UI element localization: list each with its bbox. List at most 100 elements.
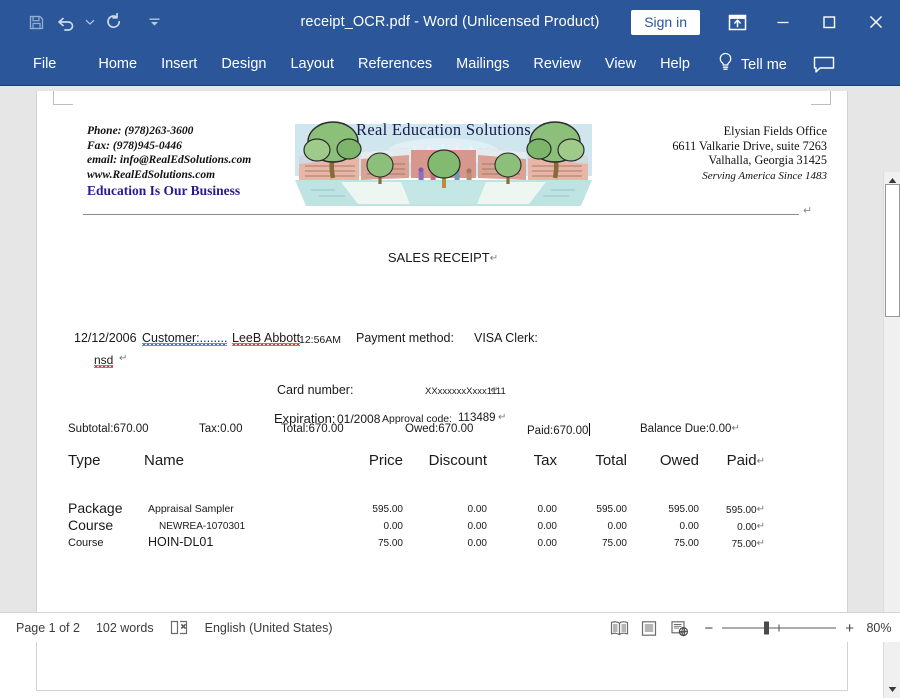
scroll-down-arrow-icon[interactable] xyxy=(884,681,900,698)
paragraph-mark: ↵ xyxy=(498,412,506,423)
col-header-discount: Discount xyxy=(407,452,487,469)
cell-owed: 0.00 xyxy=(631,521,699,532)
logo-title-text: Real Education Solutions xyxy=(281,120,606,140)
letterhead-divider xyxy=(83,214,799,215)
tab-references[interactable]: References xyxy=(347,52,443,77)
proofing-errors-icon[interactable] xyxy=(170,619,189,636)
address-line-3: Valhalla, Georgia 31425 xyxy=(672,153,827,168)
total-owed: Owed:670.00 xyxy=(405,423,473,435)
letterhead-fax: Fax: (978)945-0446 xyxy=(87,139,251,154)
cell-owed: 75.00 xyxy=(631,538,699,549)
col-header-type: Type xyxy=(68,452,101,469)
paragraph-mark: ↵ xyxy=(119,353,127,364)
col-header-name: Name xyxy=(144,452,184,469)
payment-method-value: VISA Clerk: xyxy=(474,331,538,345)
total-tax: Tax:0.00 xyxy=(199,423,242,435)
address-line-2: 6611 Valkarie Drive, suite 7263 xyxy=(672,139,827,154)
language-status[interactable]: English (United States) xyxy=(205,621,333,635)
letterhead-email: email: info@RealEdSolutions.com xyxy=(87,153,251,168)
zoom-slider[interactable]: − + xyxy=(704,619,854,637)
tab-view[interactable]: View xyxy=(594,52,647,77)
tab-file[interactable]: File xyxy=(22,52,67,77)
ribbon-display-options-icon[interactable] xyxy=(714,0,760,44)
col-header-owed: Owed xyxy=(631,452,699,469)
tab-home[interactable]: Home xyxy=(87,52,148,77)
receipt-heading: SALES RECEIPT↵ xyxy=(37,250,848,265)
scrollbar-thumb[interactable] xyxy=(885,184,900,317)
text-cursor xyxy=(589,423,590,436)
letterhead: Phone: (978)263-3600 Fax: (978)945-0446 … xyxy=(37,118,848,220)
title-bar: receipt_OCR.pdf - Word (Unlicensed Produ… xyxy=(0,0,900,44)
save-icon[interactable] xyxy=(22,8,50,36)
zoom-in-button[interactable]: + xyxy=(845,620,854,637)
tab-help[interactable]: Help xyxy=(649,52,701,77)
zoom-out-button[interactable]: − xyxy=(704,620,713,637)
undo-dropdown-icon[interactable] xyxy=(82,8,98,36)
letterhead-website: www.RealEdSolutions.com xyxy=(87,168,251,183)
table-row: Course NEWREA-1070301 0.00 0.00 0.00 0.0… xyxy=(37,517,848,534)
tab-mailings[interactable]: Mailings xyxy=(445,52,520,77)
cell-tax: 0.00 xyxy=(499,504,557,515)
cell-discount: 0.00 xyxy=(407,521,487,532)
customize-quick-access-icon[interactable] xyxy=(140,8,168,36)
word-count[interactable]: 102 words xyxy=(96,621,154,635)
web-layout-icon[interactable] xyxy=(664,613,694,643)
paragraph-mark: ↵ xyxy=(731,423,739,434)
document-workspace: Phone: (978)263-3600 Fax: (978)945-0446 … xyxy=(0,85,900,612)
card-number-label: Card number: xyxy=(277,383,353,397)
col-header-tax: Tax xyxy=(499,452,557,469)
cell-total: 0.00 xyxy=(561,521,627,532)
cell-paid: 75.00↵ xyxy=(701,538,765,550)
tab-design[interactable]: Design xyxy=(210,52,277,77)
payment-method-label: Payment method: xyxy=(356,331,454,345)
undo-icon[interactable] xyxy=(52,8,80,36)
total-paid: Paid:670.00 xyxy=(527,423,590,437)
receipt-info-block: 12/12/2006 Customer:........ LeeB Abbott… xyxy=(37,331,848,423)
cell-discount: 0.00 xyxy=(407,504,487,515)
document-page[interactable]: Phone: (978)263-3600 Fax: (978)945-0446 … xyxy=(36,91,848,691)
cell-owed: 595.00 xyxy=(631,504,699,515)
cell-total: 595.00 xyxy=(561,504,627,515)
ribbon-tab-bar: File Home Insert Design Layout Reference… xyxy=(0,44,900,85)
sign-in-button[interactable]: Sign in xyxy=(631,10,700,35)
tab-layout[interactable]: Layout xyxy=(279,52,345,77)
col-header-price: Price xyxy=(339,452,403,469)
address-line-1: Elysian Fields Office xyxy=(672,124,827,139)
maximize-icon[interactable] xyxy=(806,0,852,44)
total-balance-due: Balance Due:0.00↵ xyxy=(640,423,740,435)
cell-tax: 0.00 xyxy=(499,521,557,532)
print-layout-icon[interactable] xyxy=(634,613,664,643)
letterhead-address-block: Elysian Fields Office 6611 Valkarie Driv… xyxy=(672,124,827,183)
zoom-level[interactable]: 80% xyxy=(858,621,900,635)
zoom-slider-track[interactable] xyxy=(720,619,838,637)
info-row-1: 12/12/2006 Customer:........ LeeB Abbott… xyxy=(37,331,848,353)
close-icon[interactable] xyxy=(852,0,900,44)
info-row-3: Card number: XXxxxxxxXxxx1111 ↵ xyxy=(37,375,848,399)
quick-access-toolbar xyxy=(22,8,168,36)
page-status[interactable]: Page 1 of 2 xyxy=(16,621,80,635)
cell-type: Course xyxy=(68,537,103,549)
letterhead-contact-block: Phone: (978)263-3600 Fax: (978)945-0446 … xyxy=(87,124,251,199)
margin-corner-top-left xyxy=(53,91,73,105)
paragraph-mark: ↵ xyxy=(490,253,498,264)
info-row-4: Expiration: 01/2008 Approval code: 11348… xyxy=(37,399,848,423)
tab-insert[interactable]: Insert xyxy=(150,52,208,77)
tell-me-search[interactable]: Tell me xyxy=(717,52,787,77)
table-row: Package Appraisal Sampler 595.00 0.00 0.… xyxy=(37,500,848,517)
minimize-icon[interactable] xyxy=(760,0,806,44)
cell-price: 75.00 xyxy=(339,538,403,549)
lightbulb-icon xyxy=(717,52,734,77)
col-header-total: Total xyxy=(561,452,627,469)
tab-review[interactable]: Review xyxy=(522,52,592,77)
cell-name: Appraisal Sampler xyxy=(148,503,234,515)
cell-paid: 0.00↵ xyxy=(701,521,765,533)
cell-total: 75.00 xyxy=(561,538,627,549)
redo-icon[interactable] xyxy=(100,8,128,36)
cell-price: 595.00 xyxy=(339,504,403,515)
read-mode-icon[interactable] xyxy=(604,613,634,643)
customer-label: Customer:........ xyxy=(142,331,227,346)
comments-icon[interactable] xyxy=(813,55,835,75)
cell-discount: 0.00 xyxy=(407,538,487,549)
cell-price: 0.00 xyxy=(339,521,403,532)
cell-tax: 0.00 xyxy=(499,538,557,549)
